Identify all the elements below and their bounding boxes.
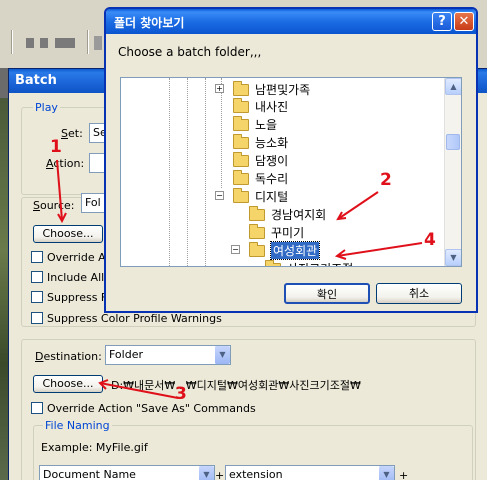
arrow-1	[56, 159, 63, 221]
annotation-number-3: 3	[175, 384, 187, 404]
arrow-3	[99, 382, 179, 399]
arrow-2	[337, 191, 379, 220]
arrow-4	[336, 242, 423, 257]
annotation-number-2: 2	[380, 170, 392, 190]
annotation-number-4: 4	[424, 230, 436, 250]
annotation-arrows	[56, 159, 423, 399]
annotation-number-1: 1	[50, 137, 62, 157]
